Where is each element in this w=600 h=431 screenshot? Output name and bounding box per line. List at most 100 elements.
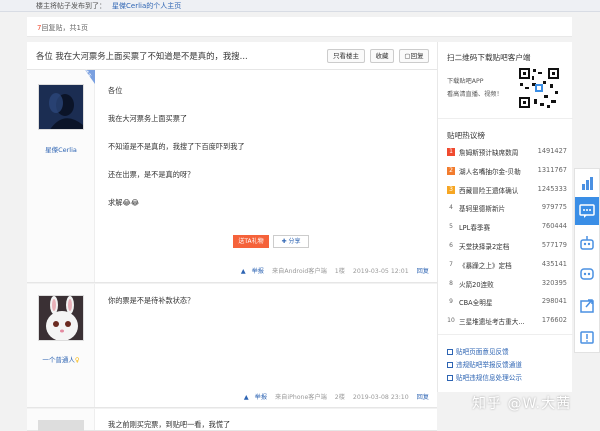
post-time: 2019-03-08 23:10: [352, 394, 409, 401]
share-arrow-icon[interactable]: [575, 291, 599, 319]
hot-list-item[interactable]: 1 詹姆斯预计缺席数周 1491427: [447, 147, 567, 160]
hot-count: 760444: [541, 222, 567, 231]
avatar-image: [39, 296, 83, 340]
avatar[interactable]: [38, 420, 84, 431]
hot-list-item[interactable]: 3 西藏冒险王遗体确认 1245333: [447, 185, 567, 198]
post-content: 你的票是不是待补款状态？: [108, 296, 194, 324]
divider: [438, 334, 573, 335]
post-line: 我在大河票务上面买票了: [108, 114, 188, 123]
hot-rank: 8: [449, 279, 453, 287]
hot-count: 320395: [541, 278, 567, 287]
robot-icon[interactable]: [575, 229, 599, 257]
publish-notice-text: 楼主将帖子发布到了：: [36, 2, 106, 10]
publish-notice: 楼主将帖子发布到了： 星傑Cerlia的个人主页: [36, 1, 181, 11]
post-username[interactable]: 星傑Cerlia: [27, 144, 95, 154]
hot-list-item[interactable]: 4 基轲里德斯新片 979775: [447, 203, 567, 216]
hot-rank: 1: [447, 148, 455, 156]
post-floor: 1楼: [334, 268, 345, 275]
right-panel: 扫二维码下载贴吧客户端 下载贴吧APP 看高清直播、视频！ 贴吧热议榜 1 詹姆斯…: [437, 42, 573, 392]
post-line: 各位: [108, 86, 123, 95]
hot-rank: 2: [447, 166, 455, 175]
hot-list-item[interactable]: 9 CBA全明星 298041: [447, 297, 567, 310]
chart-icon[interactable]: [575, 169, 599, 197]
hot-rank: 9: [449, 298, 453, 306]
avatar[interactable]: [38, 295, 84, 341]
top-notice-bar: 楼主将帖子发布到了： 星傑Cerlia的个人主页: [0, 0, 600, 12]
hot-list-item[interactable]: 8 火箭20连败 320395: [447, 279, 567, 292]
reply-count: 7回复贴，共1页: [37, 23, 88, 33]
hot-topic: 基轲里德斯新片: [459, 205, 506, 214]
hot-topic: 天堂抉择录2定档: [459, 243, 510, 251]
reply-button[interactable]: ▢回复: [399, 49, 429, 63]
floating-sidebar: [574, 168, 600, 353]
hot-topic: 《暴躁之上》定档: [459, 261, 512, 270]
page-count-label: 页: [80, 24, 88, 32]
post-author-panel: [27, 409, 95, 431]
send-gift-button[interactable]: 送TA礼物: [233, 235, 269, 248]
qr-subtitle-1: 下载贴吧APP: [447, 78, 484, 85]
post-floor-2: 一个普通人♀ 你的票是不是待补款状态？ ▲ 举报 来自iPhone客户端 2楼 2…: [27, 284, 437, 408]
hot-topic: CBA全明星: [459, 299, 493, 308]
post-line: 求解😂😂: [108, 198, 140, 207]
hot-rank: 7: [449, 260, 453, 268]
username-text: 一个普通人: [42, 356, 75, 364]
qr-subtitle-2: 看高清直播、视频！: [447, 91, 503, 98]
share-button[interactable]: ✚ 分享: [273, 235, 309, 248]
comment-icon[interactable]: [575, 197, 599, 225]
post-author-panel: 楼主 星傑Cerlia: [27, 69, 95, 282]
post-content: 各位 我在大河票务上面买票了 不知道是不是真的，我搜了下百度吓到我了 还在出票，…: [108, 86, 245, 226]
hot-rank: 4: [449, 204, 453, 212]
report-channel-icon: [447, 362, 453, 368]
post-floor: 2楼: [334, 394, 345, 401]
post-line: 我之前刚买完票，到贴吧一看，我慌了: [108, 420, 231, 429]
reply-count-bar: 7回复贴，共1页: [27, 17, 572, 37]
pet-icon[interactable]: [575, 259, 599, 287]
report-label: 举报: [251, 268, 264, 275]
hot-count: 979775: [541, 203, 567, 212]
zhihu-watermark: 知乎 @W.大茜: [472, 396, 572, 412]
collect-button[interactable]: 收藏: [370, 49, 394, 63]
qr-code-image: [518, 67, 560, 109]
hot-list-item[interactable]: 6 天堂抉择录2定档 577179: [447, 241, 567, 254]
post-reply-link[interactable]: 回复: [417, 268, 429, 275]
alert-icon[interactable]: [575, 323, 599, 351]
hot-count: 1311767: [537, 165, 567, 174]
post-username[interactable]: 一个普通人♀: [27, 354, 95, 364]
qr-title: 扫二维码下载贴吧客户端: [447, 53, 531, 62]
report-link[interactable]: ▲ 举报: [244, 394, 267, 401]
avatar[interactable]: [38, 84, 84, 130]
hot-count: 577179: [541, 241, 567, 249]
post-floor-3: 我之前刚买完票，到贴吧一看，我慌了: [27, 409, 437, 431]
hot-list-item[interactable]: 7 《暴躁之上》定档 435141: [447, 260, 567, 273]
hot-list-item[interactable]: 2 湖人名嘴抽尔金-贝勒 1311767: [447, 166, 567, 179]
post-floor-1: 楼主 星傑Cerlia 各位 我在大河票务上面买票了 不知道是不是真的，我搜了下…: [27, 69, 437, 283]
homepage-link[interactable]: 星傑Cerlia的个人主页: [112, 2, 181, 10]
hot-list-item[interactable]: 5 LPL春季赛 760444: [447, 222, 567, 235]
hot-count: 1491427: [537, 147, 567, 155]
hot-topic: 湖人名嘴抽尔金-贝勒: [459, 167, 521, 176]
hot-topic: 火箭20连败: [459, 280, 494, 289]
avatar-image: [39, 85, 83, 129]
report-label: 举报: [254, 394, 268, 401]
divider: [438, 118, 573, 119]
hot-count: 1245333: [537, 184, 567, 193]
report-channel-link[interactable]: 违规贴吧举报反馈通道: [447, 359, 522, 369]
hot-list-item[interactable]: 10 三星堆遗址考古重大... 176602: [447, 316, 567, 329]
violation-notice-label: 贴吧违规信息处理公示: [456, 374, 522, 382]
qr-code: [518, 67, 560, 109]
feedback-link[interactable]: 贴吧页面意见反馈: [447, 346, 509, 356]
violation-notice-link[interactable]: 贴吧违规信息处理公示: [447, 372, 522, 382]
post-tail: ▲ 举报 来自iPhone客户端 2楼 2019-03-08 23:10 回复: [238, 392, 429, 401]
only-op-button[interactable]: 只看楼主: [327, 49, 365, 63]
thread-title: 各位 我在大河票务上面买票了不知道是不是真的，我搜...: [36, 51, 248, 61]
reply-button-label: 回复: [410, 52, 424, 60]
hot-topic: LPL春季赛: [459, 224, 491, 233]
hot-rank: 10: [447, 317, 455, 325]
post-source: 来自iPhone客户端: [275, 394, 327, 401]
post-line: 你的票是不是待补款状态？: [108, 296, 195, 305]
feedback-icon: [447, 349, 453, 355]
hot-rank: 3: [447, 185, 455, 194]
post-reply-link[interactable]: 回复: [417, 394, 429, 401]
report-link[interactable]: ▲ 举报: [241, 268, 264, 275]
share-label: 分享: [288, 238, 301, 245]
